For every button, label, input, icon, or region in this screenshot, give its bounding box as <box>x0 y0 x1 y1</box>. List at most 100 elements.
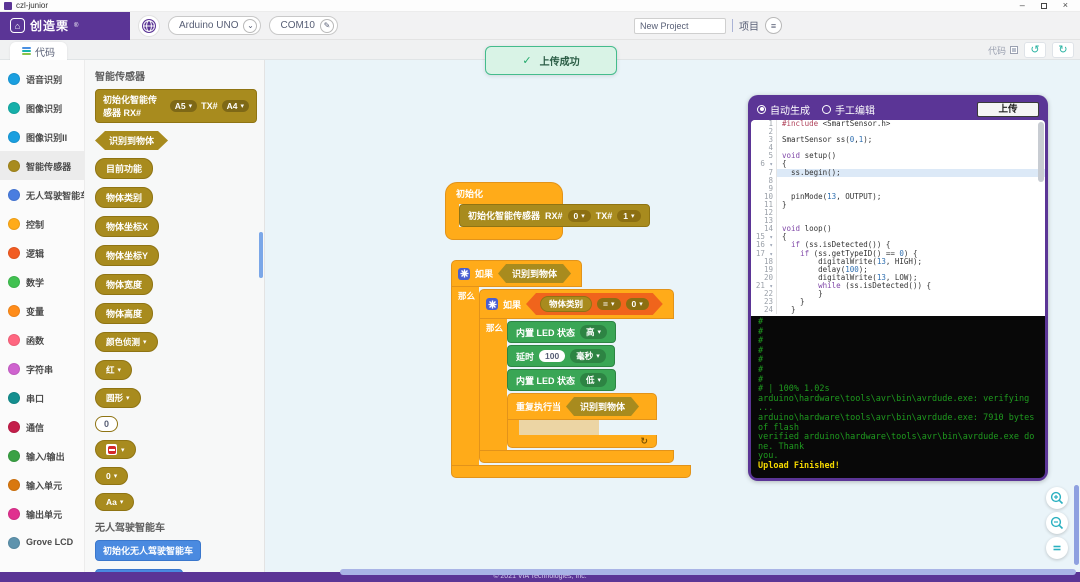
palette-block[interactable]: 物体高度 <box>95 303 153 324</box>
value-dropdown[interactable]: 0 <box>626 298 649 310</box>
sidebar-item[interactable]: 通信 <box>0 412 84 441</box>
palette-block[interactable]: 物体宽度 <box>95 274 153 295</box>
code-panel-toggle[interactable]: 代码 <box>988 44 1018 57</box>
window-title: czl-junior <box>16 1 48 10</box>
script-initialize[interactable]: 初始化 初始化智能传感器 RX# 0 TX# 1 <box>445 182 650 240</box>
sidebar-item[interactable]: 控制 <box>0 209 84 238</box>
if-block-outer[interactable]: 如果 识别到物体 <box>451 260 582 287</box>
minimize-button[interactable]: – <box>1020 1 1025 10</box>
palette-block[interactable] <box>95 440 136 459</box>
palette-block[interactable]: 初始化智能传感器 RX#A5TX#A4 <box>95 89 257 123</box>
block-led-high[interactable]: 内置 LED 状态 高 <box>507 321 616 343</box>
code-editor[interactable]: 1#include <SmartSensor.h>2 3SmartSensor … <box>751 120 1045 316</box>
chevron-down-icon[interactable]: ⌄ <box>243 19 257 33</box>
code-line[interactable]: 8 <box>751 177 1045 185</box>
category-color-dot <box>8 537 20 549</box>
code-line[interactable]: 7 ss.begin(); <box>751 169 1045 177</box>
close-button[interactable]: × <box>1063 1 1068 10</box>
condition-detected[interactable]: 识别到物体 <box>566 397 639 416</box>
code-line[interactable]: 12 <box>751 209 1045 217</box>
palette-block[interactable]: 初始化无人驾驶智能车 <box>95 540 201 561</box>
tab-code[interactable]: 代码 <box>10 42 67 60</box>
condition-detected[interactable]: 识别到物体 <box>498 264 571 283</box>
language-button[interactable] <box>138 15 160 37</box>
upload-success-toast: ✓ 上传成功 <box>485 46 617 75</box>
palette-block[interactable]: 物体坐标Y <box>95 245 159 266</box>
code-line[interactable]: 1#include <SmartSensor.h> <box>751 120 1045 128</box>
sidebar-item[interactable]: 输入单元 <box>0 470 84 499</box>
undo-button[interactable]: ↺ <box>1024 42 1046 58</box>
block-repeat-while[interactable]: 重复执行当 识别到物体 ↻ <box>507 393 657 448</box>
port-selector[interactable]: COM10 ✎ <box>269 16 337 35</box>
redo-button[interactable]: ↻ <box>1052 42 1074 58</box>
palette-block[interactable]: 圆形 <box>95 388 141 408</box>
palette-block[interactable]: 物体坐标X <box>95 216 159 237</box>
palette-block[interactable]: 物体类别 <box>95 187 153 208</box>
delay-unit-dropdown[interactable]: 毫秒 <box>570 349 606 363</box>
led-state-dropdown[interactable]: 低 <box>580 373 607 387</box>
toast-message: 上传成功 <box>540 53 580 68</box>
zoom-out-button[interactable] <box>1046 512 1068 534</box>
palette-section-header: 无人驾驶智能车 <box>95 519 264 534</box>
palette-block[interactable]: 红 <box>95 360 132 380</box>
dropdown[interactable]: A4 <box>222 100 249 112</box>
sidebar-item[interactable]: 智能传感器 <box>0 151 84 180</box>
block-led-low[interactable]: 内置 LED 状态 低 <box>507 369 616 391</box>
sidebar-item[interactable]: 语音识别 <box>0 64 84 93</box>
sidebar-item[interactable]: 数学 <box>0 267 84 296</box>
sidebar-item-label: 输出单元 <box>26 507 62 520</box>
sidebar-item[interactable]: 变量 <box>0 296 84 325</box>
radio-manual-edit[interactable]: 手工编辑 <box>822 102 875 117</box>
if-block-inner[interactable]: 如果 物体类别 = 0 那么 <box>479 289 674 463</box>
project-list-button[interactable]: ≡ <box>765 17 782 34</box>
project-name-input[interactable] <box>634 18 726 34</box>
hat-label: 初始化 <box>456 187 483 200</box>
radio-auto-generate[interactable]: 自动生成 <box>757 102 810 117</box>
sidebar-item[interactable]: 串口 <box>0 383 84 412</box>
sidebar-item[interactable]: 输出单元 <box>0 499 84 528</box>
rx-dropdown[interactable]: 0 <box>568 210 591 222</box>
palette-section-header: 智能传感器 <box>95 68 264 83</box>
restore-button[interactable] <box>1041 3 1047 9</box>
code-line[interactable]: 5void setup() <box>751 152 1045 160</box>
code-line[interactable]: 11} <box>751 201 1045 209</box>
zoom-reset-button[interactable] <box>1046 537 1068 559</box>
palette-block[interactable]: 识别到物体 <box>95 131 168 150</box>
code-editor-scrollbar[interactable] <box>1038 122 1044 182</box>
palette-block[interactable]: 目前功能 <box>95 158 153 179</box>
sidebar-item[interactable]: 图像识别 <box>0 93 84 122</box>
upload-button[interactable]: 上传 <box>977 102 1039 117</box>
sidebar-item[interactable]: 输入/输出 <box>0 441 84 470</box>
delay-value-input[interactable]: 100 <box>539 350 565 362</box>
block-delay[interactable]: 延时 100 毫秒 <box>507 345 615 367</box>
edit-port-icon[interactable]: ✎ <box>320 19 334 33</box>
reporter-object-type[interactable]: 物体类别 <box>540 296 592 312</box>
palette-block[interactable]: Aa <box>95 493 134 511</box>
dropdown[interactable]: A5 <box>170 100 197 112</box>
led-state-dropdown[interactable]: 高 <box>580 325 607 339</box>
hat-block-initialize[interactable]: 初始化 <box>445 182 563 204</box>
condition-compare[interactable]: 物体类别 = 0 <box>526 293 663 315</box>
block-init-smart-sensor[interactable]: 初始化智能传感器 RX# 0 TX# 1 <box>459 204 650 227</box>
device-selector[interactable]: Arduino UNO ⌄ <box>168 16 261 35</box>
code-line[interactable]: 14void loop() <box>751 225 1045 233</box>
palette-block[interactable]: 0 <box>95 467 128 485</box>
palette-block[interactable]: 0 <box>95 416 118 432</box>
code-line[interactable]: 10 pinMode(13, OUTPUT); <box>751 193 1045 201</box>
tx-dropdown[interactable]: 1 <box>617 210 640 222</box>
code-line[interactable]: 3SmartSensor ss(0,1); <box>751 136 1045 144</box>
script-if-detect[interactable]: 如果 识别到物体 那么 如果 <box>451 260 691 478</box>
operator-dropdown[interactable]: = <box>597 298 620 310</box>
sidebar-item[interactable]: Grove LCD <box>0 528 84 557</box>
palette-scrollbar[interactable] <box>259 232 263 278</box>
vertical-scrollbar[interactable] <box>1074 485 1079 565</box>
sidebar-item[interactable]: 函数 <box>0 325 84 354</box>
horizontal-scrollbar[interactable] <box>340 569 1076 575</box>
code-line[interactable]: 24 } <box>751 306 1045 314</box>
palette-block[interactable]: 颜色侦测 <box>95 332 158 352</box>
sidebar-item[interactable]: 图像识别II <box>0 122 84 151</box>
sidebar-item[interactable]: 逻辑 <box>0 238 84 267</box>
zoom-in-button[interactable] <box>1046 487 1068 509</box>
sidebar-item[interactable]: 无人驾驶智能车 <box>0 180 84 209</box>
sidebar-item[interactable]: 字符串 <box>0 354 84 383</box>
